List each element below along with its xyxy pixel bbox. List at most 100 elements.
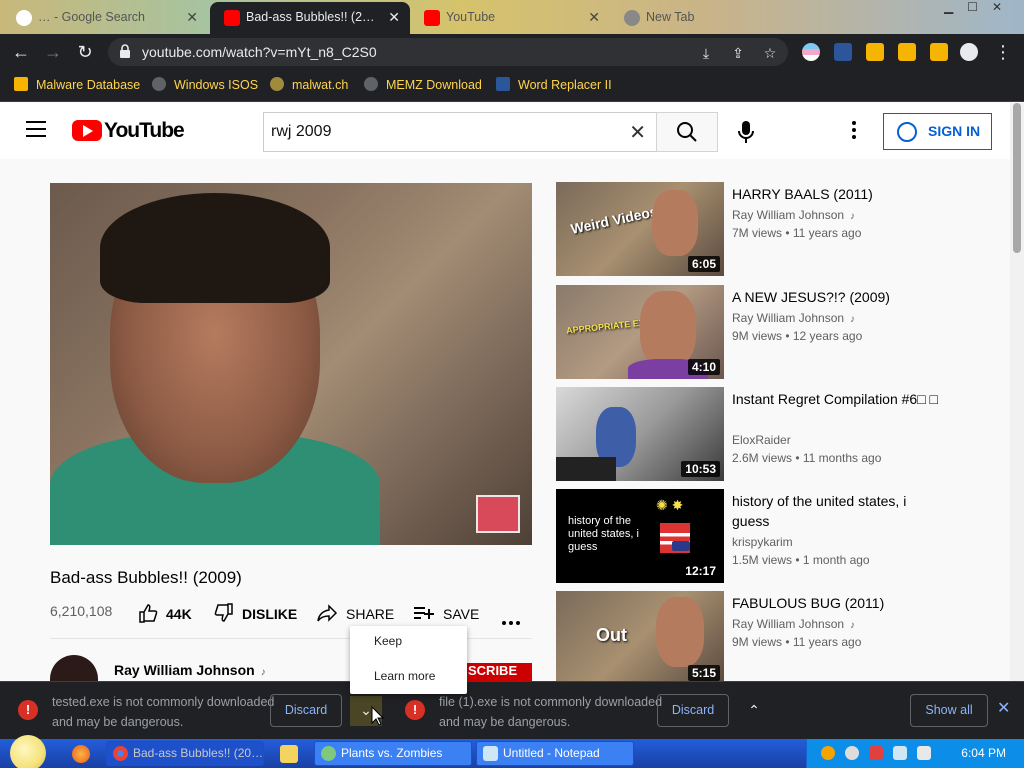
related-video[interactable]: 10:53 Instant Regret Compilation #6□ □ E… <box>556 387 956 481</box>
menu-hamburger-icon[interactable] <box>26 121 46 139</box>
sign-in-button[interactable]: SIGN IN <box>883 113 992 150</box>
youtube-wordmark[interactable]: YouTube <box>104 119 185 143</box>
search-tray-icon[interactable] <box>821 746 835 760</box>
youtube-icon <box>424 10 440 26</box>
bookmark-malware-database[interactable]: Malware Database <box>14 77 140 92</box>
browser-menu-icon[interactable]: ⋮ <box>992 41 1014 63</box>
thumbs-down-icon <box>214 603 233 622</box>
clock[interactable]: 6:04 PM <box>961 746 1006 760</box>
malwatch-icon <box>270 77 284 91</box>
settings-menu-icon[interactable] <box>850 121 858 143</box>
channel-text: Ray William Johnson <box>732 208 845 222</box>
bookmark-word-replacer[interactable]: Word Replacer II <box>496 77 612 92</box>
volume-tray-icon[interactable] <box>917 746 931 760</box>
network-tray-icon[interactable] <box>893 746 907 760</box>
like-button[interactable]: 44K <box>138 603 192 623</box>
more-actions-icon[interactable] <box>502 612 523 630</box>
video-thumbnail[interactable]: Out 5:15 <box>556 591 724 685</box>
dislike-label: DISLIKE <box>242 606 298 622</box>
page-scrollbar[interactable] <box>1010 103 1024 681</box>
menu-item-keep[interactable]: Keep <box>374 634 402 648</box>
thumbnail-face <box>640 291 696 367</box>
address-bar[interactable]: youtube.com/watch?v=mYt_n8_C2S0 ⤓ ⇪ ☆ <box>108 38 788 66</box>
subscribe-button[interactable]: SCRIBE <box>466 663 532 681</box>
share-icon[interactable]: ⇪ <box>730 45 746 61</box>
bookmark-windows-isos[interactable]: Windows ISOS <box>152 77 258 92</box>
video-thumbnail[interactable]: history of the united states, i guess ✺ … <box>556 489 724 583</box>
channel-name[interactable]: Ray William Johnson ♪ <box>114 662 266 678</box>
download-warning-text: tested.exe is not commonly downloaded an… <box>52 695 275 729</box>
video-thumbnail[interactable]: 10:53 <box>556 387 724 481</box>
discard-button[interactable]: Discard <box>657 694 729 727</box>
close-tab-icon[interactable]: ✕ <box>588 2 600 32</box>
security-alert-tray-icon[interactable] <box>869 746 883 760</box>
thumbnail-desk <box>556 457 616 481</box>
scrollbar-thumb[interactable] <box>1013 103 1021 253</box>
tab-label: New Tab <box>646 10 695 24</box>
taskbar-task-plants-vs-zombies[interactable]: Plants vs. Zombies <box>314 741 472 766</box>
window-controls[interactable]: ▁☐✕ <box>944 0 1016 14</box>
microphone-icon[interactable] <box>734 119 758 145</box>
taskbar-task-notepad[interactable]: Untitled - Notepad <box>476 741 634 766</box>
bookmark-memz-download[interactable]: MEMZ Download <box>364 77 482 92</box>
youtube-logo-icon[interactable] <box>72 120 102 141</box>
lock-icon <box>120 44 130 58</box>
extension-word-icon[interactable] <box>834 43 852 61</box>
firefox-icon[interactable] <box>72 745 90 763</box>
discard-button[interactable]: Discard <box>270 694 342 727</box>
reading-list-icon[interactable] <box>898 43 916 61</box>
related-video-channel: Ray William Johnson ♪ <box>732 311 855 325</box>
chrome-icon <box>113 746 128 761</box>
tab-youtube[interactable]: YouTube ✕ <box>410 2 610 34</box>
tab-label: YouTube <box>446 10 496 24</box>
download-bar: ! tested.exe is not commonly downloaded … <box>0 681 1024 739</box>
related-video[interactable]: history of the united states, i guess ✺ … <box>556 489 956 583</box>
related-video[interactable]: Weird Videos 6:05 HARRY BAALS (2011) Ray… <box>556 182 956 276</box>
extensions-puzzle-icon[interactable] <box>866 43 884 61</box>
close-download-bar-icon[interactable]: ✕ <box>997 698 1010 718</box>
related-video-meta: 9M views • 12 years ago <box>732 329 863 343</box>
share-arrow-icon <box>317 604 338 622</box>
show-all-downloads-button[interactable]: Show all <box>910 694 988 727</box>
side-panel-icon[interactable] <box>930 43 948 61</box>
tab-new-tab[interactable]: New Tab <box>610 2 810 34</box>
share-button[interactable]: SHARE <box>316 603 394 623</box>
start-button[interactable] <box>6 735 48 768</box>
video-thumbnail[interactable]: Weird Videos 6:05 <box>556 182 724 276</box>
video-thumbnail[interactable]: APPROPRIATE EXIT! 4:10 <box>556 285 724 379</box>
dislike-button[interactable]: DISLIKE <box>214 603 297 623</box>
search-input[interactable]: rwj 2009 ✕ <box>263 112 656 152</box>
extension-flag-icon[interactable] <box>802 43 820 61</box>
forward-icon[interactable]: → <box>42 41 64 63</box>
taskbar-task-browser[interactable]: Bad-ass Bubbles!! (20… <box>106 741 264 766</box>
bookmark-malwatch[interactable]: malwat.ch <box>270 77 348 92</box>
tab-youtube-video[interactable]: Bad-ass Bubbles!! (2… ✕ <box>210 2 410 34</box>
back-icon[interactable]: ← <box>10 41 32 63</box>
channel-text: EloxRaider <box>732 433 791 447</box>
search-button[interactable] <box>656 112 718 152</box>
profile-avatar-icon[interactable] <box>960 43 978 61</box>
clear-search-icon[interactable]: ✕ <box>629 120 646 145</box>
download-options-chevron-icon[interactable]: ⌃ <box>738 696 770 726</box>
related-video-meta: 7M views • 11 years ago <box>732 226 862 240</box>
close-tab-icon[interactable]: ✕ <box>388 2 400 32</box>
smiley-tray-icon[interactable] <box>845 746 859 760</box>
related-video-channel: EloxRaider <box>732 433 791 447</box>
folder-icon[interactable] <box>280 745 298 763</box>
save-button[interactable]: SAVE <box>413 603 479 623</box>
video-watermark <box>476 495 520 533</box>
youtube-icon <box>224 10 240 26</box>
reload-icon[interactable]: ↻ <box>74 41 96 63</box>
close-tab-icon[interactable]: ✕ <box>186 2 198 32</box>
video-player[interactable] <box>50 183 532 545</box>
related-video[interactable]: APPROPRIATE EXIT! 4:10 A NEW JESUS?!? (2… <box>556 285 956 379</box>
tab-google-search[interactable]: … - Google Search ✕ <box>2 2 208 34</box>
menu-item-learn-more[interactable]: Learn more <box>374 669 435 683</box>
fireworks-icon: ✺ ✸ <box>656 497 684 513</box>
mouse-cursor-icon <box>371 706 385 726</box>
thumbnail-face <box>652 190 698 256</box>
bookmark-star-icon[interactable]: ☆ <box>762 45 778 61</box>
bookmark-label: MEMZ Download <box>386 78 482 92</box>
install-icon[interactable]: ⤓ <box>698 45 714 61</box>
related-video[interactable]: Out 5:15 FABULOUS BUG (2011) Ray William… <box>556 591 956 685</box>
